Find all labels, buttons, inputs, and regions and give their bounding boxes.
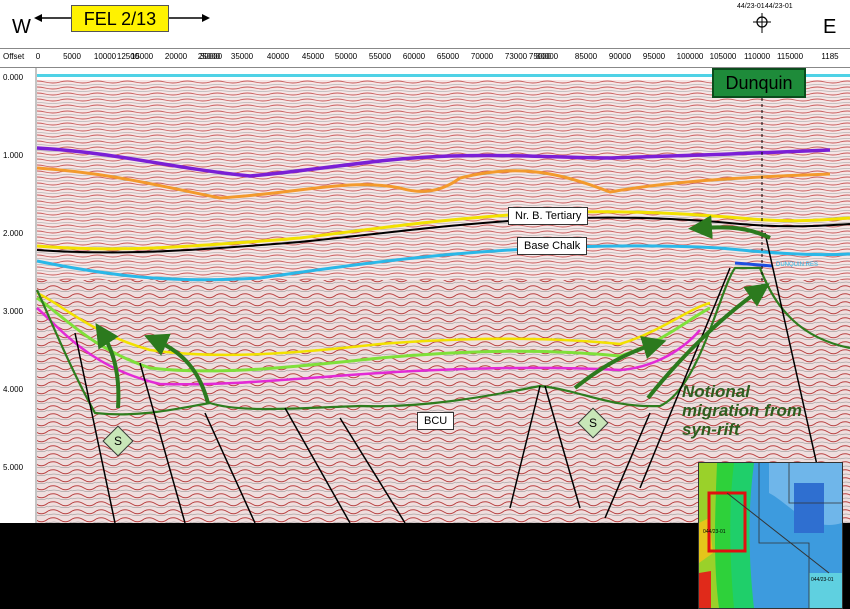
offset-tick-label: 35000 — [230, 52, 254, 61]
offset-tick-label: 110000 — [743, 52, 771, 61]
base-chalk-label: Base Chalk — [517, 237, 588, 255]
offset-tick-label: 55000 — [368, 52, 392, 61]
offset-tick-label: 50000 — [334, 52, 358, 61]
time-tick-label: 1.000 — [3, 151, 24, 160]
offset-tick-label: 95000 — [642, 52, 666, 61]
inset-map-graphic — [699, 463, 842, 608]
bcu-label: BCU — [417, 412, 455, 430]
offset-tick-label: 90000 — [608, 52, 632, 61]
offset-tick-label: 30000 — [199, 52, 223, 61]
time-tick-label: 2.000 — [3, 229, 24, 238]
offset-tick-label: 80000 — [535, 52, 559, 61]
offset-tick-label: 1185 — [821, 52, 839, 61]
well-label: 44/23-01 — [737, 3, 765, 10]
well-label: 44/23-01 — [765, 3, 793, 10]
offset-tick-label: 105000 — [709, 52, 737, 61]
time-tick-label: 0.000 — [3, 73, 24, 82]
offset-tick-label: 65000 — [436, 52, 460, 61]
nr-b-tertiary-label: Nr. B. Tertiary — [508, 207, 589, 225]
offset-tick-label: 0 — [35, 52, 41, 61]
seismic-section — [0, 68, 850, 524]
inset-location-map: 044/23-01 044/23-01 — [698, 462, 843, 609]
migration-note-line: syn-rift — [682, 420, 740, 439]
offset-tick-label: 10000 — [93, 52, 117, 61]
migration-note-line: migration from — [682, 401, 802, 420]
time-tick-label: 3.000 — [3, 307, 24, 316]
offset-tick-label: 115000 — [776, 52, 804, 61]
reservoir-tag: DUNQUIN RES — [776, 262, 819, 268]
inset-well-label: 044/23-01 — [811, 577, 834, 583]
offset-tick-label: 73000 — [504, 52, 528, 61]
offset-tick-label: 100000 — [676, 52, 704, 61]
offset-tick-label: 70000 — [470, 52, 494, 61]
time-tick-label: 4.000 — [3, 385, 24, 394]
dunquin-label: Dunquin — [712, 68, 806, 98]
offset-tick-label: 5000 — [63, 52, 81, 61]
offset-tick-label: 60000 — [402, 52, 426, 61]
seismic-plot — [0, 68, 850, 524]
time-tick-label: 5.000 — [3, 463, 24, 472]
inset-well-label: 044/23-01 — [703, 529, 726, 535]
migration-note-line: Notional — [682, 382, 750, 401]
offset-axis-label: Offset — [3, 52, 25, 61]
offset-tick-label: 20000 — [164, 52, 188, 61]
offset-tick-label: 40000 — [266, 52, 290, 61]
offset-tick-label: 45000 — [301, 52, 325, 61]
source-label: S — [113, 434, 122, 448]
migration-note: Notional migration from syn-rift — [682, 382, 802, 439]
license-box: FEL 2/13 — [71, 5, 169, 32]
source-label: S — [588, 416, 597, 430]
offset-tick-label: 85000 — [574, 52, 598, 61]
offset-tick-label: 15000 — [130, 52, 154, 61]
